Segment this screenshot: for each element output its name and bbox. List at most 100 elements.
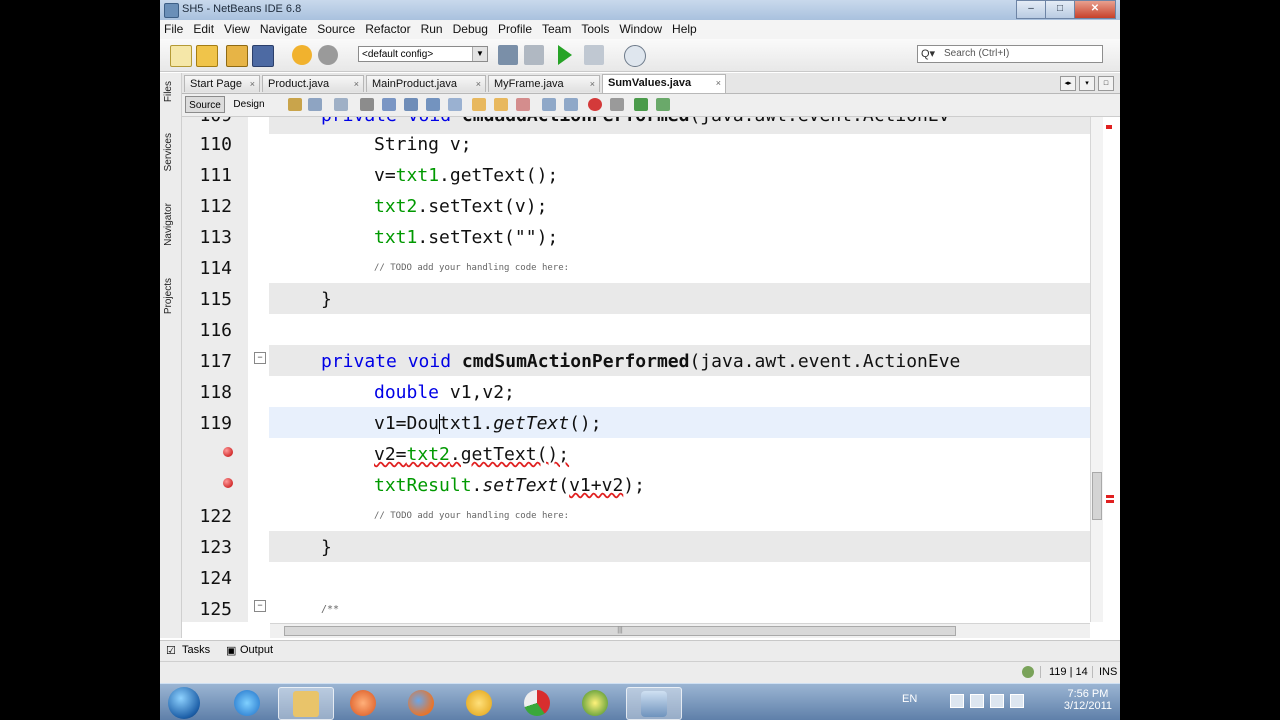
menu-profile[interactable]: Profile [494,20,538,39]
build-hammer-icon[interactable] [498,45,518,65]
design-view-button[interactable]: Design [229,96,269,113]
menu-team[interactable]: Team [538,20,577,39]
search-icon: Q▾ [921,48,936,60]
file-tabs: Start Page × Product.java × MainProduct.ja… [182,73,1120,94]
redo-icon[interactable] [318,45,338,65]
start-macro-icon[interactable] [588,98,602,111]
menu-tools[interactable]: Tools [577,20,615,39]
horizontal-scrollbar[interactable]: ||| [270,623,1090,638]
error-stripe-mark[interactable] [1106,495,1114,498]
source-view-button[interactable]: Source [185,96,225,113]
profile-icon[interactable] [624,45,646,67]
tasks-tab[interactable]: Tasks [182,644,210,656]
taskbar-explorer[interactable] [278,687,334,720]
tab-scroll-icon[interactable]: ◂▸ [1060,76,1076,91]
shift-left-icon[interactable] [542,98,556,111]
tab-product-java[interactable]: Product.java × [262,75,364,92]
taskbar-app-m[interactable] [452,687,506,718]
highlight-icon[interactable] [448,98,462,111]
side-tab-navigator[interactable]: Navigator [163,203,177,246]
search-input[interactable]: Q▾ Search (Ctrl+I) [917,45,1103,63]
tab-mainproduct-java[interactable]: MainProduct.java × [366,75,486,92]
forward-icon[interactable] [334,98,348,111]
menu-run[interactable]: Run [417,20,449,39]
taskbar-app-chart[interactable] [510,687,564,718]
close-icon[interactable]: × [590,76,595,93]
fold-collapse-icon[interactable]: − [254,600,266,612]
open-project-icon[interactable] [226,45,248,67]
status-indicator-icon[interactable] [1022,666,1034,678]
maximize-button[interactable]: □ [1045,0,1075,19]
fold-collapse-icon[interactable]: − [254,352,266,364]
volume-icon[interactable] [1010,694,1024,708]
taskbar-media-player[interactable] [336,687,390,718]
output-tab[interactable]: Output [240,644,273,656]
menu-refactor[interactable]: Refactor [361,20,416,39]
clean-build-icon[interactable] [524,45,544,65]
shift-right-icon[interactable] [564,98,578,111]
network-icon[interactable] [990,694,1004,708]
last-edit-icon[interactable] [288,98,302,111]
menu-view[interactable]: View [220,20,256,39]
action-center-icon[interactable] [950,694,964,708]
taskbar-netbeans[interactable] [626,687,682,720]
start-button[interactable] [168,687,200,719]
debug-icon[interactable] [584,45,604,65]
config-select[interactable]: <default config> ▼ [358,46,488,62]
horizontal-scrollbar-thumb[interactable]: ||| [284,626,956,636]
tab-start-page[interactable]: Start Page × [184,75,260,92]
toggle-bookmark-icon[interactable] [516,98,530,111]
vertical-scrollbar-thumb[interactable] [1092,472,1102,520]
next-bookmark-icon[interactable] [494,98,508,111]
menu-window[interactable]: Window [615,20,668,39]
error-marker-icon[interactable] [223,447,233,457]
minimize-button[interactable]: – [1016,0,1046,19]
find-next-icon[interactable] [426,98,440,111]
taskbar-firefox[interactable] [394,687,448,718]
error-marker-icon[interactable] [223,478,233,488]
code-text: private void cmdSumActionPerformed(java.… [321,351,961,372]
taskbar-app-q[interactable] [568,687,622,718]
menu-navigate[interactable]: Navigate [256,20,313,39]
close-button[interactable]: ✕ [1074,0,1116,19]
menu-help[interactable]: Help [668,20,703,39]
menu-file[interactable]: File [160,20,189,39]
stop-macro-icon[interactable] [610,98,624,111]
menu-source[interactable]: Source [313,20,361,39]
code-editor[interactable]: 109 private void cmdaddActionPerformed(j… [182,117,1090,622]
run-icon[interactable] [558,45,572,65]
device-icon[interactable] [970,694,984,708]
menu-debug[interactable]: Debug [449,20,494,39]
restore-window-icon[interactable]: □ [1098,76,1114,91]
toggle-icon[interactable] [360,98,374,111]
tab-list-icon[interactable]: ▾ [1079,76,1095,91]
language-indicator[interactable]: EN [902,693,917,705]
tab-sumvalues-java[interactable]: SumValues.java × [602,74,726,93]
new-project-icon[interactable] [196,45,218,67]
error-stripe-mark[interactable] [1106,125,1112,129]
save-all-icon[interactable] [252,45,274,67]
back-icon[interactable] [308,98,322,111]
find-selection-icon[interactable] [382,98,396,111]
side-tab-projects[interactable]: Projects [163,278,177,314]
tab-myframe-java[interactable]: MyFrame.java × [488,75,600,92]
close-icon[interactable]: × [354,76,359,93]
clock[interactable]: 7:56 PM 3/12/2011 [1064,688,1112,712]
previous-bookmark-icon[interactable] [472,98,486,111]
bottom-panel-bar: ☑ Tasks ▣ Output [160,640,1120,661]
uncomment-icon[interactable] [656,98,670,111]
tasks-icon: ☑ [166,645,176,657]
close-icon[interactable]: × [716,75,721,92]
side-tab-services[interactable]: Services [163,133,177,171]
close-icon[interactable]: × [250,76,255,93]
vertical-scrollbar[interactable] [1090,117,1103,622]
comment-icon[interactable] [634,98,648,111]
close-icon[interactable]: × [476,76,481,93]
menu-edit[interactable]: Edit [189,20,220,39]
side-tab-files[interactable]: Files [163,81,177,102]
find-previous-icon[interactable] [404,98,418,111]
undo-icon[interactable] [292,45,312,65]
new-file-icon[interactable] [170,45,192,67]
taskbar-ie[interactable] [220,687,274,718]
error-stripe-mark[interactable] [1106,500,1114,503]
